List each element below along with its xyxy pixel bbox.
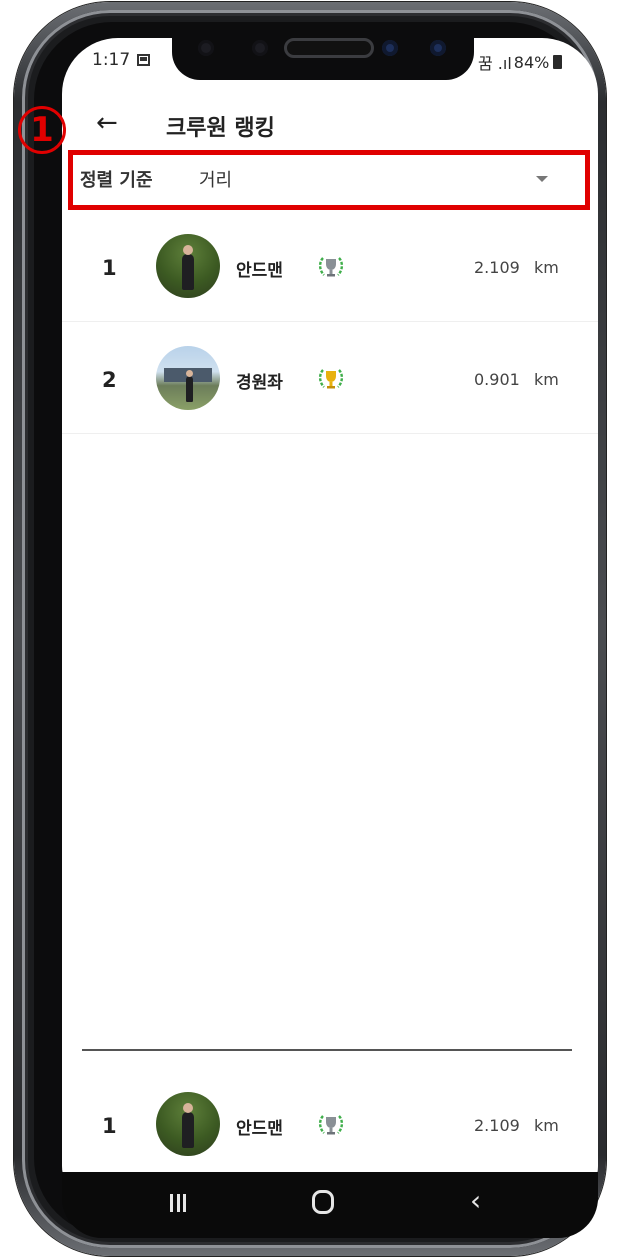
earpiece-speaker [284,38,374,58]
avatar [156,234,220,298]
ranking-row[interactable]: 2 경원좌 0.901 km [62,324,598,434]
distance-unit: km [534,258,559,277]
distance-unit: km [534,1116,559,1135]
distance-value: 2.109 [474,258,520,277]
rank-number: 1 [102,256,117,280]
my-ranking-row[interactable]: 1 안드맨 2.109 km [62,1074,598,1170]
signal-icon: 꿈 .ıl [478,54,512,73]
chevron-down-icon[interactable] [536,176,548,182]
silver-trophy-icon [318,1115,344,1135]
row-divider [62,433,598,434]
page-title: 크루원 랭킹 [166,116,275,141]
annotation-marker: 1 [18,106,66,154]
recents-icon[interactable] [170,1194,186,1212]
member-name: 경원좌 [236,373,283,393]
rank-number: 1 [102,1114,117,1138]
gallery-notification-icon [137,54,150,66]
sort-select[interactable]: 거리 [199,166,232,192]
navigation-bar: ‹ [62,1172,598,1238]
status-time: 1:17 [92,50,131,70]
status-right: 꿈 .ıl 84% [478,50,563,74]
silver-trophy-icon [318,257,344,277]
nav-back-icon[interactable]: ‹ [470,1184,481,1217]
back-arrow-icon[interactable]: ← [96,108,118,138]
my-rank-divider [82,1049,572,1051]
distance-value: 2.109 [474,1116,520,1135]
front-camera-icon [382,40,398,56]
distance-value: 0.901 [474,370,520,389]
rank-number: 2 [102,368,117,392]
row-divider [62,321,598,322]
sort-label: 정렬 기준 [80,170,153,191]
sensor-icon [198,40,214,56]
battery-level: 84% [513,52,550,72]
sensor-icon [252,40,268,56]
front-camera-icon [430,40,446,56]
distance-unit: km [534,370,559,389]
battery-icon [553,55,563,69]
home-icon[interactable] [312,1190,334,1214]
camera-notch [172,22,474,80]
ranking-row[interactable]: 1 안드맨 2.109 km [62,212,598,322]
member-name: 안드맨 [236,1119,283,1139]
gold-trophy-icon [318,369,344,389]
member-name: 안드맨 [236,261,283,281]
avatar [156,346,220,410]
avatar [156,1092,220,1156]
annotation-number: 1 [30,110,54,150]
